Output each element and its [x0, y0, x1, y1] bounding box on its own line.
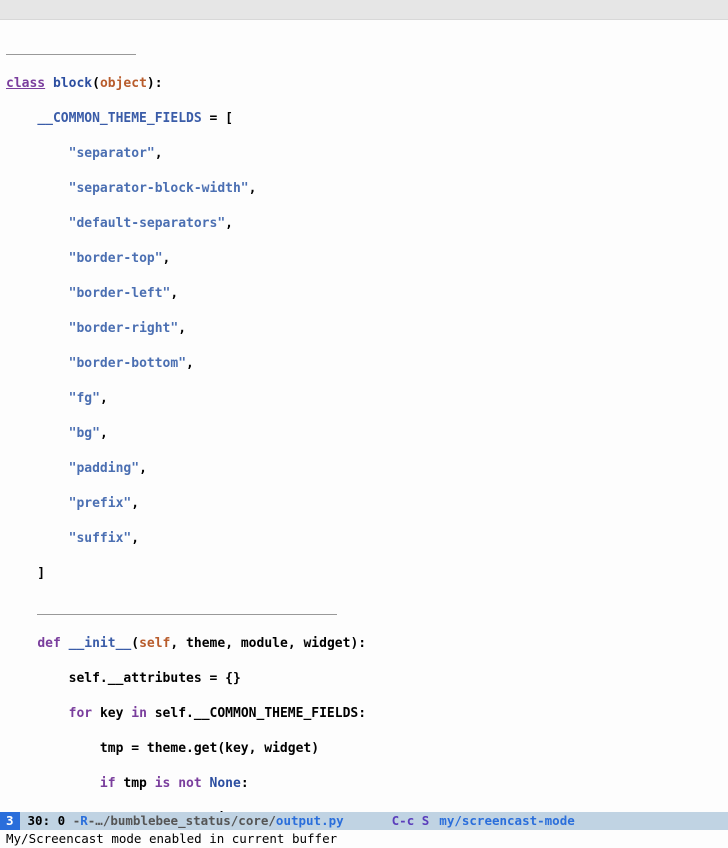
- code-line: __COMMON_THEME_FIELDS = [: [6, 110, 728, 128]
- code-line: def __init__(self, theme, module, widget…: [6, 635, 728, 653]
- code-line: ]: [6, 565, 728, 583]
- mode-line[interactable]: 3 30: 0 -R-…/bumblebee_status/core/outpu…: [0, 812, 728, 830]
- code-line: "prefix",: [6, 495, 728, 513]
- code-line: self.__attributes = {}: [6, 670, 728, 688]
- modeline-position: 30: 0 -R-…/bumblebee_status/core/output.…: [20, 812, 352, 830]
- key-chord: C-c S: [352, 812, 440, 830]
- code-line: tmp = theme.get(key, widget): [6, 740, 728, 758]
- title-bar: [0, 0, 728, 20]
- code-line: "border-left",: [6, 285, 728, 303]
- code-line: "border-right",: [6, 320, 728, 338]
- code-line: "separator-block-width",: [6, 180, 728, 198]
- code-line: for key in self.__COMMON_THEME_FIELDS:: [6, 705, 728, 723]
- code-line: [6, 600, 728, 618]
- code-line: if tmp is not None:: [6, 775, 728, 793]
- code-line: "separator",: [6, 145, 728, 163]
- minibuffer[interactable]: My/Screencast mode enabled in current bu…: [0, 830, 728, 848]
- code-line: "border-bottom",: [6, 355, 728, 373]
- code-line: "fg",: [6, 390, 728, 408]
- code-line: "bg",: [6, 425, 728, 443]
- code-line: "padding",: [6, 460, 728, 478]
- window-number: 3: [0, 812, 20, 830]
- minor-mode[interactable]: my/screencast-mode: [439, 812, 574, 830]
- code-line: "border-top",: [6, 250, 728, 268]
- code-line: class block(object):: [6, 75, 728, 93]
- code-line: "suffix",: [6, 530, 728, 548]
- code-line: [6, 40, 728, 58]
- code-line: "default-separators",: [6, 215, 728, 233]
- code-editor[interactable]: class block(object): __COMMON_THEME_FIEL…: [0, 20, 728, 812]
